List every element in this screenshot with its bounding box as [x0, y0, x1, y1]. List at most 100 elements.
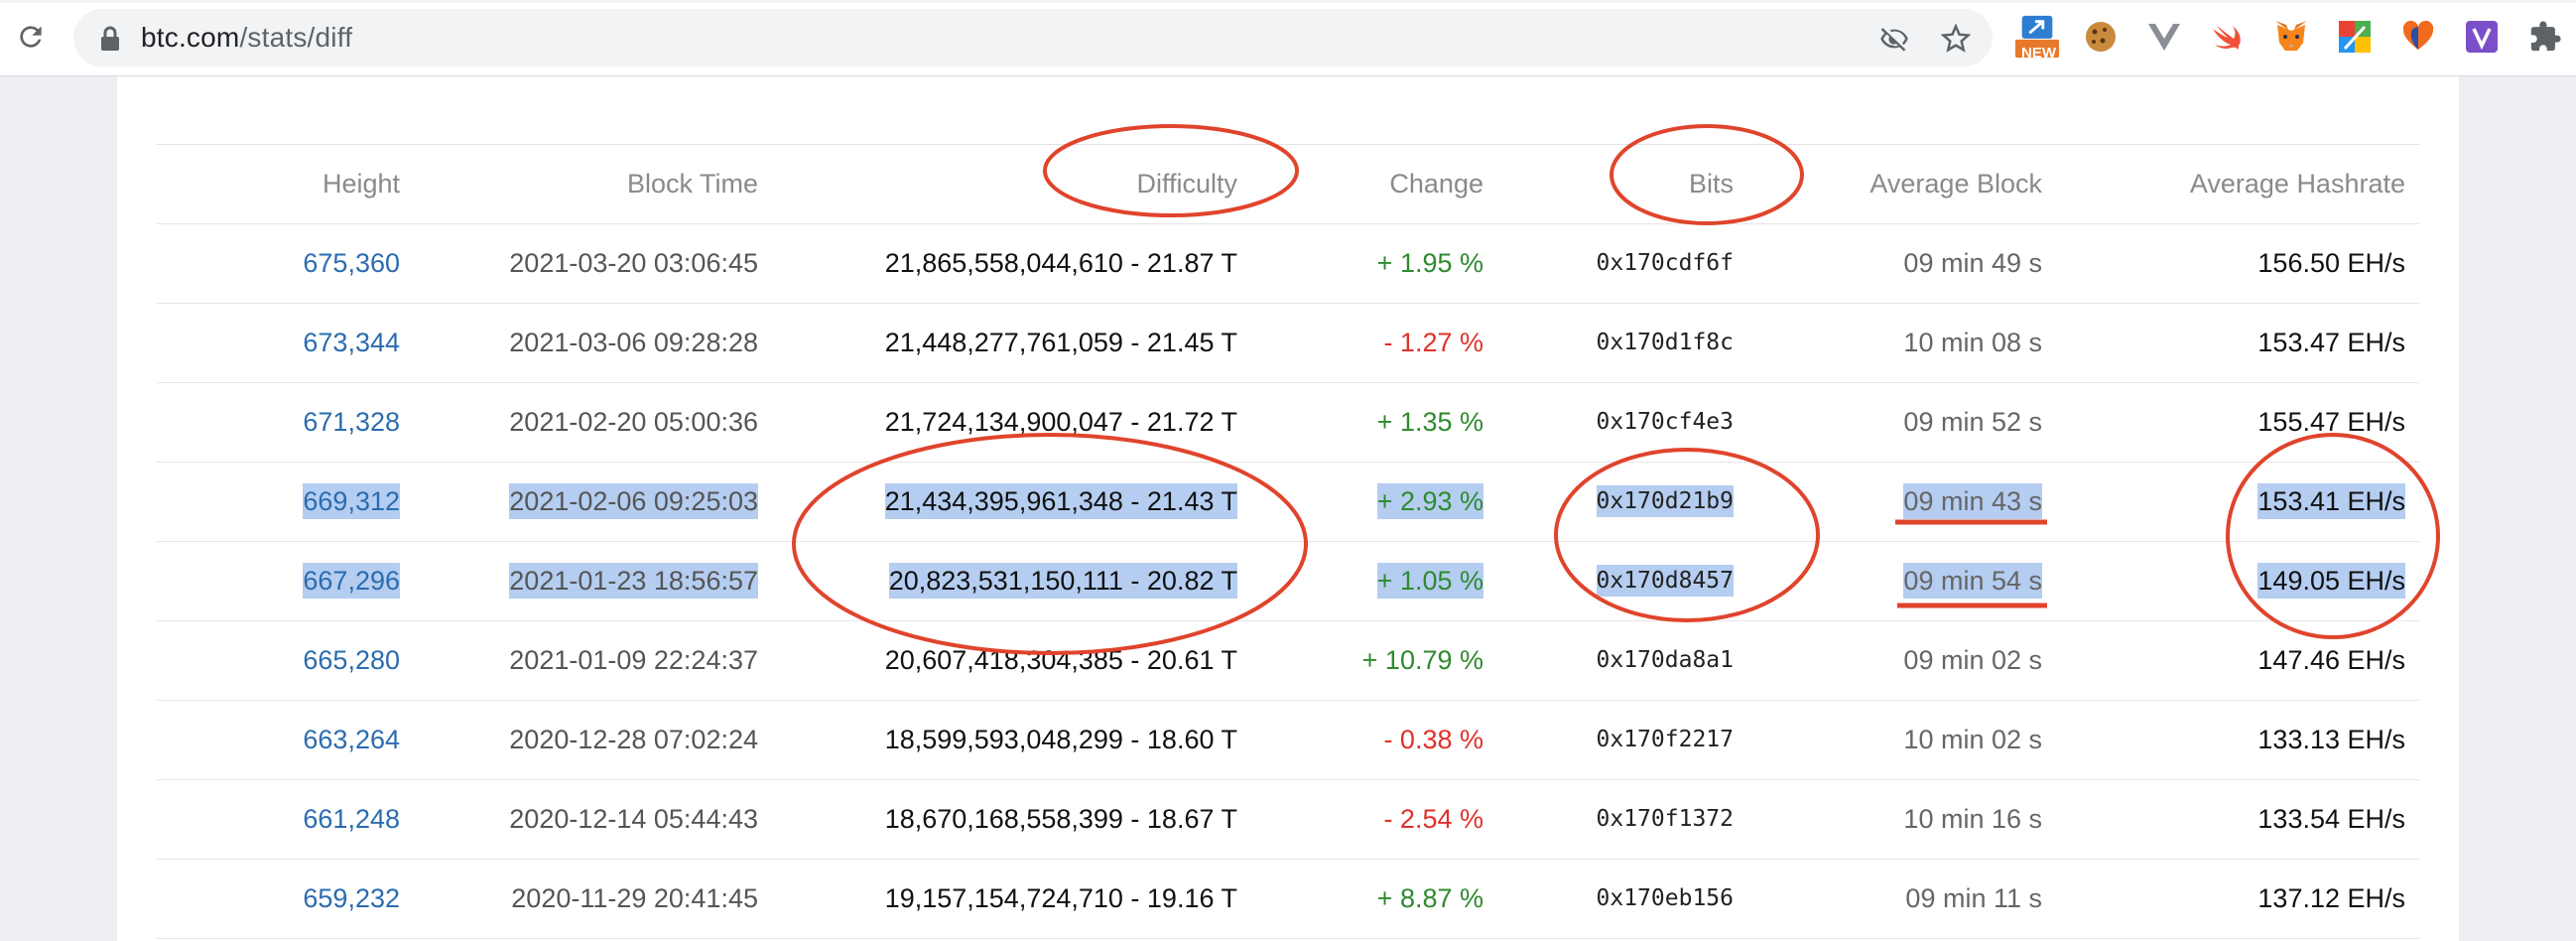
new-extension-icon[interactable]: NEW: [2014, 14, 2060, 62]
reload-icon[interactable]: [12, 18, 50, 56]
difficulty-value: 19,157,154,724,710 - 19.16 T: [885, 860, 1237, 938]
url-host: btc.com: [141, 22, 240, 53]
header-average-block[interactable]: Average Block: [1869, 145, 2042, 223]
average-hashrate-value: 147.46 EH/s: [2257, 621, 2405, 700]
block-height-link[interactable]: 667,296: [303, 542, 400, 620]
block-height-link-text[interactable]: 663,264: [303, 725, 400, 754]
header-average-hashrate[interactable]: Average Hashrate: [2190, 145, 2405, 223]
average-block-value-text: 09 min 02 s: [1903, 645, 2042, 675]
block-time: 2021-01-23 18:56:57: [509, 542, 758, 620]
change-value: + 8.87 %: [1377, 860, 1483, 938]
block-height-link[interactable]: 671,328: [303, 383, 400, 462]
v-extension-icon[interactable]: [2459, 14, 2505, 60]
block-time: 2020-12-14 05:44:43: [509, 780, 758, 859]
bits-value-text: 0x170cdf6f: [1596, 250, 1734, 276]
page-content: Height Block Time Difficulty Change Bits…: [117, 76, 2459, 941]
table-row: 675,360 2021-03-20 03:06:45 21,865,558,044…: [157, 224, 2419, 304]
block-height-link[interactable]: 661,248: [303, 780, 400, 859]
table-row: 665,280 2021-01-09 22:24:37 20,607,418,304…: [157, 621, 2419, 701]
difficulty-value-text: 18,599,593,048,299 - 18.60 T: [884, 725, 1237, 754]
block-time-text: 2021-03-06 09:28:28: [509, 328, 758, 357]
heart-extension-icon[interactable]: [2395, 14, 2441, 60]
header-change[interactable]: Change: [1389, 145, 1483, 223]
block-height-link-text[interactable]: 671,328: [303, 407, 400, 437]
table-row: 669,312 2021-02-06 09:25:03 21,434,395,961…: [157, 463, 2419, 542]
vuejs-devtools-icon[interactable]: [2141, 14, 2187, 60]
average-hashrate-value: 137.12 EH/s: [2257, 860, 2405, 938]
block-height-link[interactable]: 675,360: [303, 224, 400, 303]
difficulty-value-text: 21,865,558,044,610 - 21.87 T: [884, 248, 1237, 278]
average-hashrate-value: 133.54 EH/s: [2257, 780, 2405, 859]
difficulty-value: 21,434,395,961,348 - 21.43 T: [884, 463, 1237, 541]
block-time-text: 2021-02-20 05:00:36: [509, 407, 758, 437]
table-row: 659,232 2020-11-29 20:41:45 19,157,154,724…: [157, 860, 2419, 939]
cookie-icon[interactable]: [2078, 14, 2124, 60]
bits-value: 0x170f2217: [1597, 701, 1734, 779]
url-text[interactable]: btc.com/stats/diff: [141, 22, 352, 54]
bits-value: 0x170cdf6f: [1597, 224, 1734, 303]
average-hashrate-value-text: 149.05 EH/s: [2257, 563, 2405, 599]
block-height-link-text[interactable]: 667,296: [303, 563, 400, 599]
address-bar[interactable]: btc.com/stats/diff: [73, 9, 1993, 67]
average-block-value: 09 min 52 s: [1903, 383, 2042, 462]
swift-icon[interactable]: [2205, 14, 2251, 60]
difficulty-table: Height Block Time Difficulty Change Bits…: [157, 144, 2419, 939]
difficulty-value-text: 18,670,168,558,399 - 18.67 T: [884, 804, 1237, 834]
average-block-value-text: 09 min 49 s: [1903, 248, 2042, 278]
change-value-text: + 8.87 %: [1376, 883, 1483, 913]
star-bookmark-icon[interactable]: [1939, 22, 1973, 56]
average-hashrate-value-text: 153.41 EH/s: [2257, 483, 2405, 519]
block-height-link-text[interactable]: 675,360: [303, 248, 400, 278]
block-height-link[interactable]: 663,264: [303, 701, 400, 779]
change-value: - 0.38 %: [1383, 701, 1483, 779]
bits-value-text: 0x170da8a1: [1596, 647, 1734, 673]
block-height-link-text[interactable]: 669,312: [303, 483, 400, 519]
block-height-link-text[interactable]: 665,280: [303, 645, 400, 675]
difficulty-value: 20,823,531,150,111 - 20.82 T: [888, 542, 1237, 620]
block-height-link-text[interactable]: 659,232: [303, 883, 400, 913]
average-block-value-text: 10 min 16 s: [1903, 804, 2042, 834]
change-value-text: - 2.54 %: [1383, 804, 1483, 834]
block-time-text: 2020-12-14 05:44:43: [509, 804, 758, 834]
metamask-fox-icon[interactable]: [2268, 14, 2314, 60]
average-block-value-text: 09 min 52 s: [1903, 407, 2042, 437]
header-block-time[interactable]: Block Time: [627, 145, 758, 223]
average-hashrate-value-text: 156.50 EH/s: [2257, 248, 2405, 278]
average-block-value-text: 09 min 43 s: [1903, 483, 2042, 519]
difficulty-value: 20,607,418,304,385 - 20.61 T: [885, 621, 1237, 700]
average-hashrate-value-text: 137.12 EH/s: [2257, 883, 2405, 913]
bits-value-text: 0x170d8457: [1596, 565, 1734, 597]
change-value-text: + 1.05 %: [1376, 563, 1483, 599]
block-height-link-text[interactable]: 661,248: [303, 804, 400, 834]
header-height[interactable]: Height: [322, 145, 400, 223]
difficulty-value: 18,599,593,048,299 - 18.60 T: [885, 701, 1237, 779]
bits-value: 0x170f1372: [1597, 780, 1734, 859]
block-height-link[interactable]: 669,312: [303, 463, 400, 541]
block-height-link-text[interactable]: 673,344: [303, 328, 400, 357]
block-height-link[interactable]: 673,344: [303, 304, 400, 382]
table-row: 667,296 2021-01-23 18:56:57 20,823,531,150…: [157, 542, 2419, 621]
change-value-text: + 10.79 %: [1361, 645, 1483, 675]
bits-value-text: 0x170cf4e3: [1596, 409, 1734, 435]
change-value: + 10.79 %: [1362, 621, 1483, 700]
puzzle-extensions-icon[interactable]: [2522, 14, 2568, 60]
change-value: - 2.54 %: [1383, 780, 1483, 859]
block-height-link[interactable]: 659,232: [303, 860, 400, 938]
bits-value: 0x170d1f8c: [1597, 304, 1734, 382]
header-difficulty[interactable]: Difficulty: [1136, 145, 1237, 223]
change-value: + 1.05 %: [1376, 542, 1483, 620]
block-height-link[interactable]: 665,280: [303, 621, 400, 700]
block-time: 2021-03-06 09:28:28: [509, 304, 758, 382]
header-bits[interactable]: Bits: [1689, 145, 1734, 223]
average-block-value: 09 min 43 s: [1903, 463, 2042, 541]
difficulty-value: 21,865,558,044,610 - 21.87 T: [885, 224, 1237, 303]
eye-off-icon[interactable]: [1877, 22, 1911, 56]
lock-icon[interactable]: [99, 26, 121, 52]
table-row: 671,328 2021-02-20 05:00:36 21,724,134,900…: [157, 383, 2419, 463]
colorzilla-icon[interactable]: [2332, 14, 2378, 60]
block-time: 2020-11-29 20:41:45: [511, 860, 758, 938]
block-time-text: 2021-01-09 22:24:37: [509, 645, 758, 675]
table-row: 673,344 2021-03-06 09:28:28 21,448,277,761…: [157, 304, 2419, 383]
average-hashrate-value-text: 133.54 EH/s: [2257, 804, 2405, 834]
block-time-text: 2020-12-28 07:02:24: [509, 725, 758, 754]
